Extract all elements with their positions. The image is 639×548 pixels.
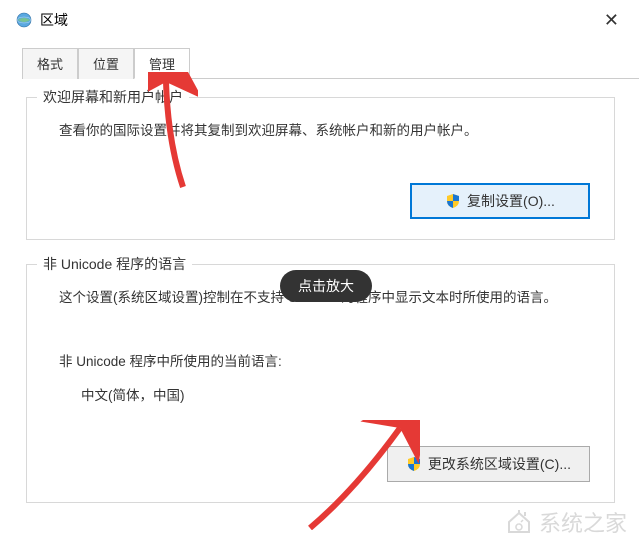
close-button[interactable]: ✕ <box>596 10 627 31</box>
uac-shield-icon <box>406 456 422 472</box>
group-welcome-button-row: 复制设置(O)... <box>45 183 598 219</box>
annotation-tooltip: 点击放大 <box>280 270 372 302</box>
copy-settings-label: 复制设置(O)... <box>467 191 555 211</box>
titlebar-left: 区域 <box>16 10 68 30</box>
group-non-unicode-button-row: 更改系统区域设置(C)... <box>45 446 598 482</box>
current-language-label: 非 Unicode 程序中所使用的当前语言: <box>45 350 598 370</box>
copy-settings-button[interactable]: 复制设置(O)... <box>410 183 590 219</box>
watermark: 系统之家 <box>505 506 627 538</box>
tabs: 格式 位置 管理 <box>22 48 639 79</box>
group-welcome-desc: 查看你的国际设置并将其复制到欢迎屏幕、系统帐户和新的用户帐户。 <box>45 120 598 143</box>
change-system-locale-button[interactable]: 更改系统区域设置(C)... <box>387 446 590 482</box>
watermark-house-icon <box>505 510 533 534</box>
change-system-locale-label: 更改系统区域设置(C)... <box>428 454 571 474</box>
tab-format[interactable]: 格式 <box>22 48 78 79</box>
watermark-text: 系统之家 <box>539 506 627 538</box>
window-title: 区域 <box>40 10 68 30</box>
current-language-value: 中文(简体，中国) <box>45 384 598 404</box>
titlebar: 区域 ✕ <box>0 0 639 36</box>
group-non-unicode-legend: 非 Unicode 程序的语言 <box>37 254 192 274</box>
tab-admin[interactable]: 管理 <box>134 48 190 79</box>
tab-location[interactable]: 位置 <box>78 48 134 79</box>
region-window-icon <box>16 12 32 28</box>
group-welcome-accounts: 欢迎屏幕和新用户帐户 查看你的国际设置并将其复制到欢迎屏幕、系统帐户和新的用户帐… <box>26 97 615 240</box>
tab-content-admin: 欢迎屏幕和新用户帐户 查看你的国际设置并将其复制到欢迎屏幕、系统帐户和新的用户帐… <box>0 79 639 537</box>
uac-shield-icon <box>445 193 461 209</box>
group-welcome-legend: 欢迎屏幕和新用户帐户 <box>37 87 189 107</box>
